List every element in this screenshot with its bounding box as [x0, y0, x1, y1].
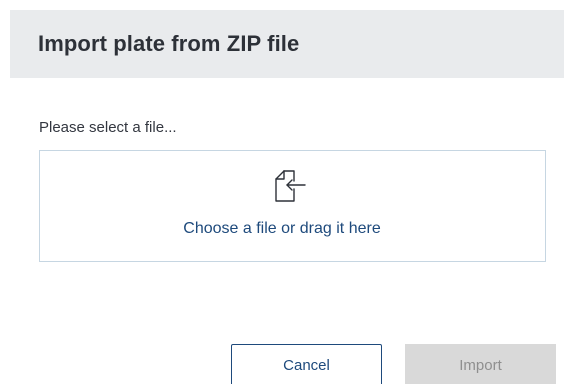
cancel-button[interactable]: Cancel: [231, 344, 382, 384]
select-file-label: Please select a file...: [39, 119, 177, 136]
dropzone-label: Choose a file or drag it here: [183, 220, 381, 237]
import-plate-dialog: Import plate from ZIP file Please select…: [0, 0, 564, 384]
import-button[interactable]: Import: [405, 344, 556, 384]
dropzone-text: Choose a file or drag it here: [0, 220, 564, 238]
file-import-icon: [275, 170, 306, 202]
file-dropzone[interactable]: [39, 150, 546, 262]
dialog-header: Import plate from ZIP file: [10, 10, 564, 78]
dialog-title: Import plate from ZIP file: [38, 31, 300, 56]
